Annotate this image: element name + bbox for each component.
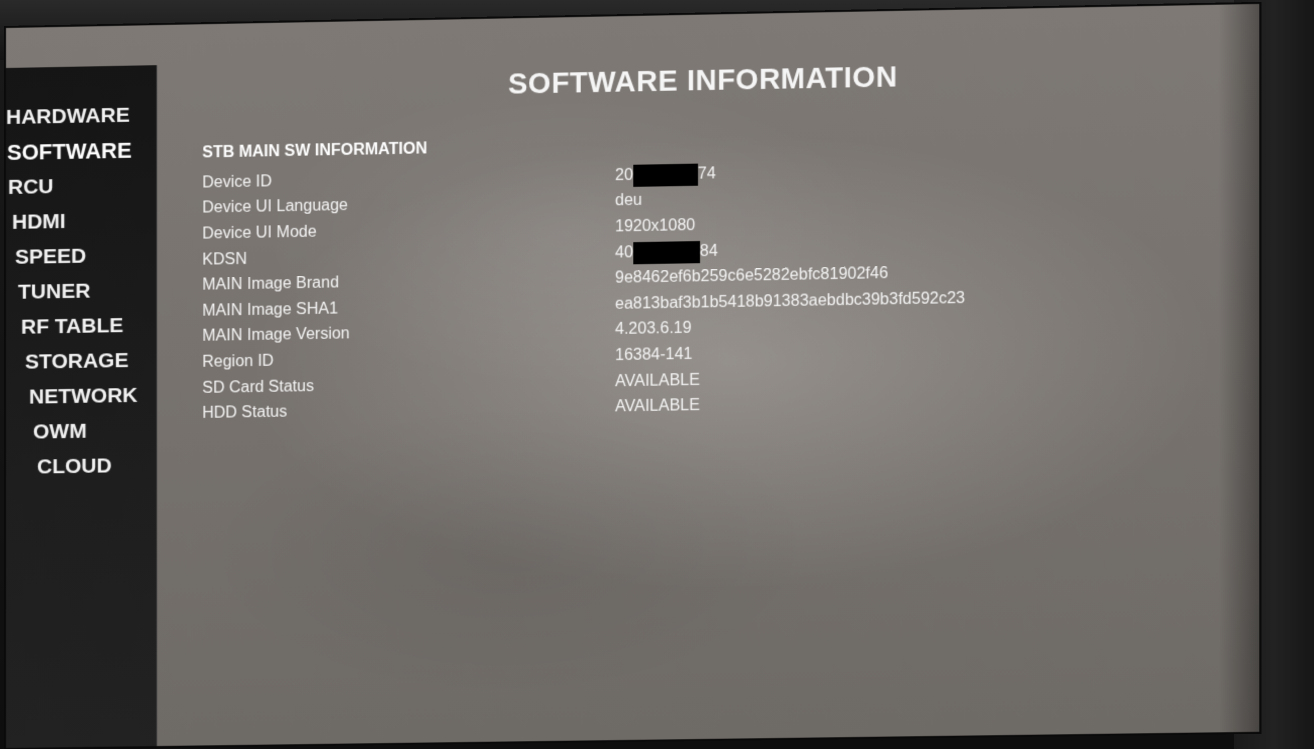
screen-edge-shadow	[1218, 3, 1260, 733]
menu-item-software[interactable]: SOFTWARE	[6, 133, 138, 170]
menu-item-rcu[interactable]: RCU	[6, 168, 138, 205]
menu-item-hdmi[interactable]: HDMI	[6, 203, 138, 240]
value-suffix: 84	[699, 242, 718, 260]
menu-item-rf-table[interactable]: RF TABLE	[6, 308, 138, 345]
menu-item-cloud[interactable]: CLOUD	[6, 448, 138, 485]
redaction-box	[633, 163, 698, 187]
sidebar-menu: HARDWARE SOFTWARE RCU HDMI SPEED TUNER R…	[6, 65, 158, 748]
menu-item-network[interactable]: NETWORK	[6, 378, 138, 415]
redaction-box	[633, 240, 700, 264]
menu-list: HARDWARE SOFTWARE RCU HDMI SPEED TUNER R…	[6, 98, 138, 485]
value-prefix: 20	[615, 166, 634, 185]
menu-item-storage[interactable]: STORAGE	[6, 343, 138, 380]
menu-item-hardware[interactable]: HARDWARE	[6, 98, 138, 135]
photo-frame: HARDWARE SOFTWARE RCU HDMI SPEED TUNER R…	[0, 0, 1314, 749]
menu-item-owm[interactable]: OWM	[6, 413, 138, 450]
value-prefix: 40	[615, 244, 634, 262]
screen-reflection	[196, 395, 822, 706]
software-info-table: Device ID 20 74 Device UI Language deu De…	[202, 154, 1143, 427]
menu-item-tuner[interactable]: TUNER	[6, 273, 138, 310]
menu-item-speed[interactable]: SPEED	[6, 238, 138, 275]
value-suffix: 74	[697, 165, 716, 183]
tv-screen: HARDWARE SOFTWARE RCU HDMI SPEED TUNER R…	[6, 3, 1260, 748]
